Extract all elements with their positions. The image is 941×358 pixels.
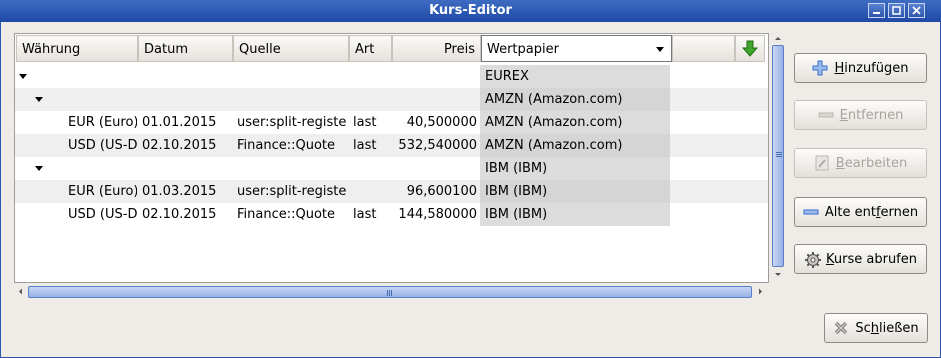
title-bar: Kurs-Editor [0, 0, 941, 22]
type-cell: last [353, 207, 377, 222]
close-window-button[interactable] [908, 3, 925, 18]
fetch-button-label: urse abrufen [833, 251, 917, 267]
arrow-down-icon [741, 40, 759, 57]
expander-icon[interactable] [35, 97, 43, 102]
close-label-end: ließen [879, 320, 919, 336]
column-header-empty [672, 35, 735, 62]
horizontal-scroll-thumb[interactable] [28, 286, 752, 298]
price-cell: 96,600100 [406, 184, 477, 199]
security-cell: IBM (IBM) [485, 161, 548, 176]
column-header-security: Wertpapier [487, 42, 559, 57]
column-header-source[interactable]: Quelle [233, 35, 349, 62]
remove-button-mnemonic: E [839, 107, 848, 123]
expander-icon[interactable] [35, 166, 43, 171]
security-cell: AMZN (Amazon.com) [485, 115, 623, 130]
gear-icon [804, 251, 821, 268]
close-mnemonic: h [870, 320, 879, 336]
source-cell: user:split-register [237, 184, 347, 199]
date-cell: 01.01.2015 [142, 115, 217, 130]
vertical-scrollbar[interactable] [771, 33, 785, 281]
minus-icon [803, 204, 819, 220]
scroll-right-icon[interactable] [754, 286, 766, 297]
edit-icon [814, 155, 830, 171]
security-cell: EUREX [485, 69, 529, 84]
vertical-scroll-thumb[interactable] [772, 45, 784, 267]
date-cell: 02.10.2015 [142, 138, 217, 153]
add-button[interactable]: Hinzufügen [794, 53, 927, 83]
column-header-row: Währung Datum Quelle Art Preis Wertpapie… [15, 34, 768, 64]
source-cell: Finance::Quote [237, 207, 336, 222]
chevron-down-icon [656, 47, 664, 52]
source-cell: user:split-register [237, 115, 347, 130]
remove-button[interactable]: Entfernen [794, 100, 927, 130]
edit-button-mnemonic: B [835, 155, 845, 171]
remove-old-label-end: ernen [880, 204, 919, 220]
price-tree-view[interactable]: Währung Datum Quelle Art Preis Wertpapie… [14, 33, 769, 283]
close-icon [833, 320, 849, 336]
add-button-mnemonic: H [834, 60, 845, 76]
currency-cell: EUR (Euro) [68, 115, 137, 130]
column-header-price[interactable]: Preis [392, 35, 481, 62]
remove-button-label: ntfernen [847, 107, 904, 123]
price-cell: 532,540000 [398, 138, 477, 153]
close-button[interactable]: Schließen [824, 313, 928, 343]
table-row[interactable]: USD (US-Dollar) 02.10.2015 Finance::Quot… [15, 203, 768, 226]
tree-row-commodity[interactable]: IBM (IBM) [15, 157, 768, 180]
security-cell: IBM (IBM) [485, 207, 548, 222]
column-header-type[interactable]: Art [349, 35, 392, 62]
date-cell: 01.03.2015 [142, 184, 217, 199]
scroll-down-icon[interactable] [772, 269, 784, 280]
table-row[interactable]: EUR (Euro) 01.03.2015 user:split-registe… [15, 180, 768, 203]
tree-row-commodity[interactable]: AMZN (Amazon.com) [15, 88, 768, 111]
add-button-label: inzufügen [844, 60, 909, 76]
remove-old-label-start: Alte ent [824, 204, 876, 220]
fetch-button-mnemonic: K [826, 251, 834, 267]
minimize-icon [873, 12, 880, 14]
horizontal-scrollbar[interactable] [14, 285, 767, 299]
column-header-date[interactable]: Datum [138, 35, 233, 62]
currency-cell: EUR (Euro) [68, 184, 137, 199]
price-cell: 144,580000 [398, 207, 477, 222]
maximize-icon [892, 6, 901, 15]
window-title: Kurs-Editor [429, 3, 512, 18]
security-cell: AMZN (Amazon.com) [485, 138, 623, 153]
close-icon [912, 6, 921, 15]
fetch-quotes-button[interactable]: Kurse abrufen [794, 244, 927, 274]
security-cell: AMZN (Amazon.com) [485, 92, 623, 107]
minimize-button[interactable] [868, 3, 885, 18]
type-cell [353, 180, 391, 203]
remove-old-button[interactable]: Alte entfernen [794, 197, 927, 227]
expander-icon[interactable] [19, 74, 27, 79]
close-label-start: Sc [855, 320, 871, 336]
type-cell: last [353, 138, 377, 153]
scroll-left-icon[interactable] [15, 286, 27, 297]
currency-cell: USD (US-Dollar) [68, 138, 137, 153]
security-cell: IBM (IBM) [485, 184, 548, 199]
date-cell: 02.10.2015 [142, 207, 217, 222]
source-cell: Finance::Quote [237, 138, 336, 153]
tree-row-namespace[interactable]: EUREX [15, 65, 768, 88]
security-filter-combo[interactable]: Wertpapier [481, 35, 672, 62]
maximize-button[interactable] [888, 3, 905, 18]
column-header-currency[interactable]: Währung [16, 35, 138, 62]
currency-cell: USD (US-Dollar) [68, 207, 137, 222]
edit-button-label: earbeiten [844, 155, 908, 171]
scroll-up-icon[interactable] [772, 33, 784, 44]
minus-icon [818, 107, 834, 123]
table-row[interactable]: USD (US-Dollar) 02.10.2015 Finance::Quot… [15, 134, 768, 157]
type-cell: last [353, 115, 377, 130]
price-cell: 40,500000 [406, 115, 477, 130]
sort-button[interactable] [735, 35, 765, 62]
table-row[interactable]: EUR (Euro) 01.01.2015 user:split-registe… [15, 111, 768, 134]
edit-button[interactable]: Bearbeiten [794, 148, 927, 178]
plus-icon [812, 60, 828, 76]
